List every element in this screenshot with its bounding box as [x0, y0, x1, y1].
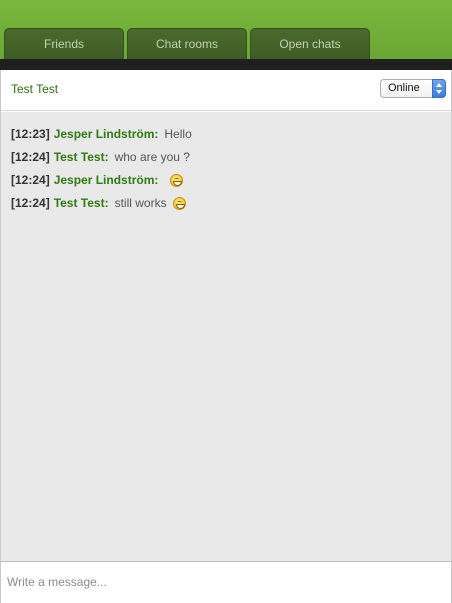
message-text: still works: [114, 195, 167, 210]
message-text: Hello: [164, 126, 192, 141]
message-row: [12:23] Jesper Lindström: Hello: [1, 122, 451, 145]
message-time: [12:24]: [11, 195, 50, 210]
message-row: [12:24] Test Test: who are you ?: [1, 145, 451, 168]
message-time: [12:24]: [11, 149, 50, 164]
tab-chat-rooms[interactable]: Chat rooms: [127, 28, 247, 62]
smiley-icon: [172, 197, 186, 210]
divider-strip: [0, 59, 452, 70]
message-input[interactable]: [1, 564, 451, 600]
tab-open-chats[interactable]: Open chats: [250, 28, 370, 62]
message-composer: [1, 561, 451, 603]
message-row: [12:24] Jesper Lindström:: [1, 168, 451, 191]
message-row: [12:24] Test Test: still works: [1, 191, 451, 214]
message-time: [12:24]: [11, 172, 50, 187]
tab-friends[interactable]: Friends: [4, 28, 124, 62]
status-select[interactable]: Online: [380, 79, 446, 98]
message-list[interactable]: [12:23] Jesper Lindström: Hello [12:24] …: [1, 112, 451, 561]
chat-panel: Test Test Online [12:23] Jesper Lindströ…: [0, 70, 452, 603]
message-text: who are you ?: [114, 149, 190, 164]
message-user[interactable]: Jesper Lindström:: [54, 126, 159, 142]
message-user[interactable]: Test Test:: [54, 149, 109, 165]
message-user[interactable]: Jesper Lindström:: [54, 172, 159, 188]
status-value: Online: [388, 82, 420, 94]
message-user[interactable]: Test Test:: [54, 195, 109, 211]
tab-bar: Friends Chat rooms Open chats: [4, 28, 370, 62]
smiley-icon: [170, 174, 184, 187]
chat-app: Friends Chat rooms Open chats Test Test …: [0, 0, 452, 603]
select-arrows-icon[interactable]: [432, 79, 446, 98]
message-time: [12:23]: [11, 126, 50, 141]
chat-title: Test Test: [11, 82, 59, 96]
chat-header: Test Test Online: [1, 70, 451, 111]
